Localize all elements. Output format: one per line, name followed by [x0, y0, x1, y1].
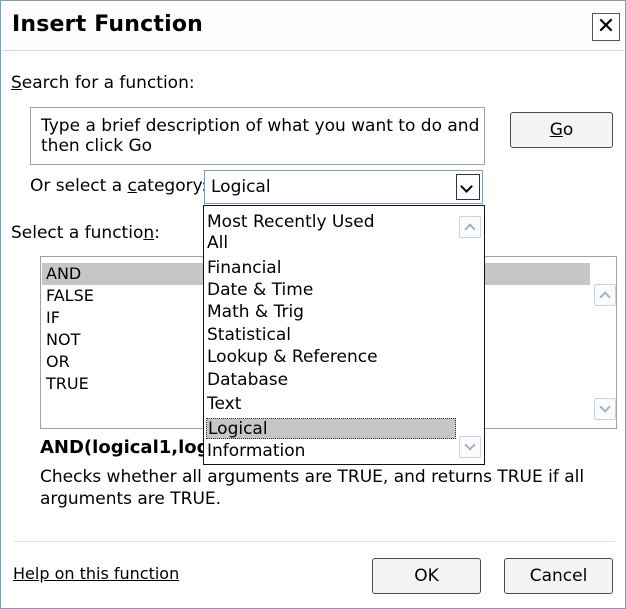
close-icon: ✕	[596, 14, 616, 39]
search-input[interactable]: Type a brief description of what you wan…	[30, 107, 485, 165]
category-selected-value: Logical	[211, 177, 271, 197]
function-item-and[interactable]: AND	[44, 263, 206, 285]
chevron-down-icon[interactable]	[456, 174, 480, 200]
search-input-text: Type a brief description of what you wan…	[41, 116, 480, 156]
category-dropdown[interactable]: Most Recently Used All Financial Date & …	[203, 205, 485, 465]
dialog-title: Insert Function	[12, 12, 204, 37]
function-item-false[interactable]: FALSE	[44, 285, 206, 307]
go-button[interactable]: Go	[510, 112, 613, 148]
search-label: Search for a function:	[11, 73, 195, 93]
title-bar: Insert Function ? ✕	[2, 2, 624, 593]
function-item-if[interactable]: IF	[44, 307, 206, 329]
function-item-true[interactable]: TRUE	[44, 373, 206, 395]
help-on-function-link[interactable]: Help on this function	[13, 564, 179, 583]
chevron-down-icon[interactable]	[594, 398, 616, 420]
category-dropdown-scrollbar[interactable]	[457, 206, 482, 462]
category-option-math-trig[interactable]: Math & Trig	[206, 302, 457, 323]
category-option-date-time[interactable]: Date & Time	[206, 280, 457, 301]
category-option-statistical[interactable]: Statistical	[206, 325, 457, 346]
category-option-text[interactable]: Text	[206, 394, 457, 415]
category-option-database[interactable]: Database	[206, 370, 457, 391]
ok-button[interactable]: OK	[372, 558, 481, 594]
function-item-or[interactable]: OR	[44, 351, 206, 373]
category-option-most-recently-used[interactable]: Most Recently Used	[206, 212, 457, 233]
chevron-up-icon[interactable]	[594, 284, 616, 306]
category-select[interactable]: Logical	[204, 170, 483, 204]
category-option-information[interactable]: Information	[206, 441, 457, 462]
category-option-all[interactable]: All	[206, 233, 457, 254]
chevron-up-icon[interactable]	[459, 216, 481, 238]
insert-function-dialog: Insert Function ? ✕ Search for a functio…	[0, 0, 626, 609]
category-option-lookup-reference[interactable]: Lookup & Reference	[206, 347, 457, 368]
function-description: Checks whether all arguments are TRUE, a…	[40, 467, 585, 509]
category-label: Or select a category:	[30, 176, 208, 196]
function-item-not[interactable]: NOT	[44, 329, 206, 351]
category-option-logical[interactable]: Logical	[206, 418, 456, 439]
cancel-button[interactable]: Cancel	[504, 558, 613, 594]
close-button[interactable]: ✕	[592, 13, 620, 41]
function-label: Select a function:	[11, 223, 160, 243]
category-option-financial[interactable]: Financial	[206, 258, 457, 279]
chevron-down-icon[interactable]	[459, 436, 481, 458]
footer-divider	[13, 541, 615, 542]
function-list-scrollbar[interactable]	[593, 258, 616, 427]
